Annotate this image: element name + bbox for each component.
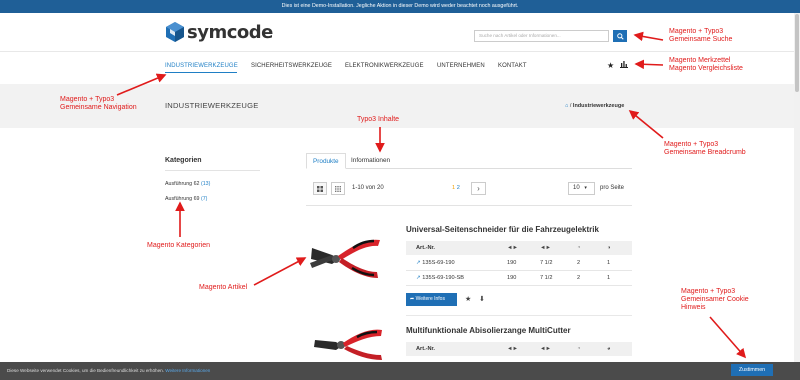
annotation-breadcrumb: Magento + Typo3 Gemeinsame Breadcrumb bbox=[664, 141, 746, 157]
annotation-inhalte: Typo3 Inhalte bbox=[357, 116, 399, 124]
arrow-cookie bbox=[709, 316, 747, 359]
annotation-line: Magento Kategorien bbox=[147, 242, 211, 249]
annotation-line: Gemeinsame Navigation bbox=[60, 104, 137, 112]
annotation-line: Magento + Typo3 bbox=[664, 141, 719, 148]
annotation-artikel: Magento Artikel bbox=[199, 284, 247, 292]
annotation-line: Gemeinsamer Cookie bbox=[681, 296, 749, 304]
annotation-line: Magento + Typo3 bbox=[681, 288, 736, 295]
annotation-cookie: Magento + Typo3 Gemeinsamer Cookie Hinwe… bbox=[681, 288, 749, 313]
annotation-navigation: Magento + Typo3 Gemeinsame Navigation bbox=[60, 96, 137, 112]
arrow-artikel bbox=[253, 257, 307, 286]
arrow-search bbox=[633, 31, 664, 42]
annotation-merkzettel: Magento Merkzettel Magento Vergleichslis… bbox=[669, 57, 743, 73]
arrow-navigation bbox=[116, 73, 167, 96]
annotation-line: Gemeinsame Suche bbox=[669, 36, 733, 44]
annotation-search: Magento + Typo3 Gemeinsame Suche bbox=[669, 28, 732, 44]
annotation-line: Magento Artikel bbox=[199, 284, 248, 291]
annotation-line: Hinweis bbox=[681, 304, 706, 312]
arrow-breadcrumb bbox=[628, 109, 664, 139]
annotation-kategorien: Magento Kategorien bbox=[147, 242, 210, 250]
arrow-merkzettel bbox=[634, 59, 664, 70]
annotation-line: Magento Vergleichsliste bbox=[669, 65, 743, 73]
annotation-line: Magento + Typo3 bbox=[669, 28, 724, 35]
annotation-line: Magento Merkzettel bbox=[669, 57, 731, 64]
annotation-line: Magento + Typo3 bbox=[60, 96, 115, 103]
annotation-line: Typo3 Inhalte bbox=[357, 116, 400, 123]
annotation-line: Gemeinsame Breadcrumb bbox=[664, 149, 746, 157]
